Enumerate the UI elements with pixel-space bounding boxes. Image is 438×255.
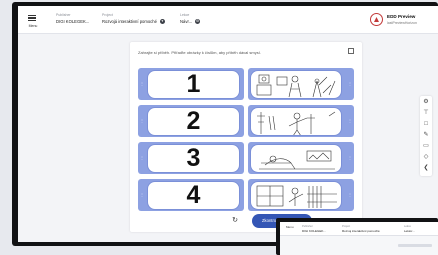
chevron-down-icon[interactable]: ▾	[159, 19, 165, 24]
second-device: Menu Publisher DIGI KOLEGEK... Project R…	[276, 218, 438, 255]
drag-handle-icon[interactable]: ⋮	[140, 119, 144, 123]
lesson-field[interactable]: Lekce Návr... ⚙	[180, 13, 201, 24]
publisher-value: DIGI KOLEGEK...	[302, 229, 326, 233]
gear-icon[interactable]: ⚙	[422, 98, 430, 106]
project-label: Project	[342, 225, 351, 228]
picture-card[interactable]: ⋮	[248, 68, 354, 100]
logo-icon	[370, 13, 383, 26]
brand-subtitle: lastPreviewHorizon	[387, 21, 417, 25]
photo-frame: Menu Publisher DIGI KOLEGEK... Project R…	[0, 0, 438, 255]
app-header: Menu Publisher DIGI KOLEGEK... Project R…	[18, 6, 438, 34]
drag-handle-icon[interactable]: ⋮	[348, 82, 352, 86]
number-card[interactable]: ⋮ 3	[138, 142, 244, 174]
share-icon[interactable]: ❮	[422, 164, 430, 172]
drag-handle-icon[interactable]: ⋮	[348, 156, 352, 160]
drag-handle-icon[interactable]: ⋮	[348, 193, 352, 197]
menu-button[interactable]: Menu	[286, 225, 294, 229]
picture-card[interactable]: ⋮	[248, 105, 354, 137]
sketch-image	[250, 106, 342, 136]
picture-card[interactable]: ⋮	[248, 142, 354, 174]
placeholder-bar	[398, 244, 432, 247]
comment-icon[interactable]: ▭	[422, 142, 430, 150]
number-card[interactable]: ⋮ 4	[138, 179, 244, 211]
lesson-label: Lekce	[404, 225, 411, 228]
number-label: 4	[147, 180, 240, 210]
pencil-icon[interactable]: ✎	[422, 131, 430, 139]
lesson-label: Lekce	[180, 13, 190, 17]
pin-icon[interactable]: ⊤	[422, 109, 430, 117]
project-field[interactable]: Project Rozvoj interaktivní pomoché	[342, 225, 380, 233]
project-label: Project	[102, 13, 113, 17]
copy-icon[interactable]: □	[422, 120, 430, 128]
number-label: 2	[147, 106, 240, 136]
second-device-header: Menu Publisher DIGI KOLEGEK... Project R…	[280, 222, 438, 236]
drag-handle-icon[interactable]: ⋮	[140, 193, 144, 197]
exercise-card: Zahrajte si příběh. Přiřaďte obrázky k č…	[130, 42, 362, 232]
project-value: Rozvoj interaktivní pomoché	[342, 229, 380, 233]
project-field[interactable]: Project Rozvojá interaktivní pomoché ▾	[102, 13, 165, 24]
number-card[interactable]: ⋮ 1	[138, 68, 244, 100]
lesson-field[interactable]: Lekce Lektor...	[404, 225, 415, 233]
exercise-instruction: Zahrajte si příběh. Přiřaďte obrázky k č…	[138, 50, 261, 55]
number-card[interactable]: ⋮ 2	[138, 105, 244, 137]
lesson-value: Návr...	[180, 19, 193, 24]
lesson-value: Lektor...	[404, 229, 415, 233]
match-row: ⋮ 3 ⋮	[138, 142, 354, 174]
menu-label: Menu	[28, 24, 38, 28]
publisher-field[interactable]: Publisher DIGI KOLEGEK...	[56, 13, 89, 24]
match-row: ⋮ 2 ⋮	[138, 105, 354, 137]
drag-handle-icon[interactable]: ⋮	[348, 119, 352, 123]
gear-icon[interactable]: ⚙	[195, 19, 201, 24]
publisher-label: Publisher	[56, 13, 71, 17]
number-label: 3	[147, 143, 240, 173]
sketch-image	[250, 180, 342, 210]
bookmark-icon[interactable]: ◇	[422, 153, 430, 161]
second-device-screen: Menu Publisher DIGI KOLEGEK... Project R…	[280, 222, 438, 255]
match-row: ⋮ 4 ⋮	[138, 179, 354, 211]
hamburger-icon	[28, 15, 36, 21]
menu-button[interactable]: Menu	[25, 13, 41, 29]
project-value: Rozvojá interaktivní pomoché	[102, 19, 157, 24]
right-toolbar: ⚙ ⊤ □ ✎ ▭ ◇ ❮	[420, 96, 432, 176]
publisher-value: DIGI KOLEGEK...	[56, 19, 90, 24]
brand-title: EDD Preview	[387, 14, 416, 19]
brand: EDD Preview lastPreviewHorizon	[370, 12, 432, 28]
drag-handle-icon[interactable]: ⋮	[140, 82, 144, 86]
sketch-image	[250, 69, 342, 99]
app-screen: Menu Publisher DIGI KOLEGEK... Project R…	[18, 6, 438, 242]
picture-card[interactable]: ⋮	[248, 179, 354, 211]
match-row: ⋮ 1 ⋮	[138, 68, 354, 100]
sketch-image	[250, 143, 342, 173]
drag-handle-icon[interactable]: ⋮	[140, 156, 144, 160]
reset-icon[interactable]: ↻	[230, 216, 240, 226]
publisher-field[interactable]: Publisher DIGI KOLEGEK...	[302, 225, 326, 233]
publisher-label: Publisher	[302, 225, 313, 228]
expand-icon[interactable]	[348, 48, 354, 54]
number-label: 1	[147, 69, 240, 99]
